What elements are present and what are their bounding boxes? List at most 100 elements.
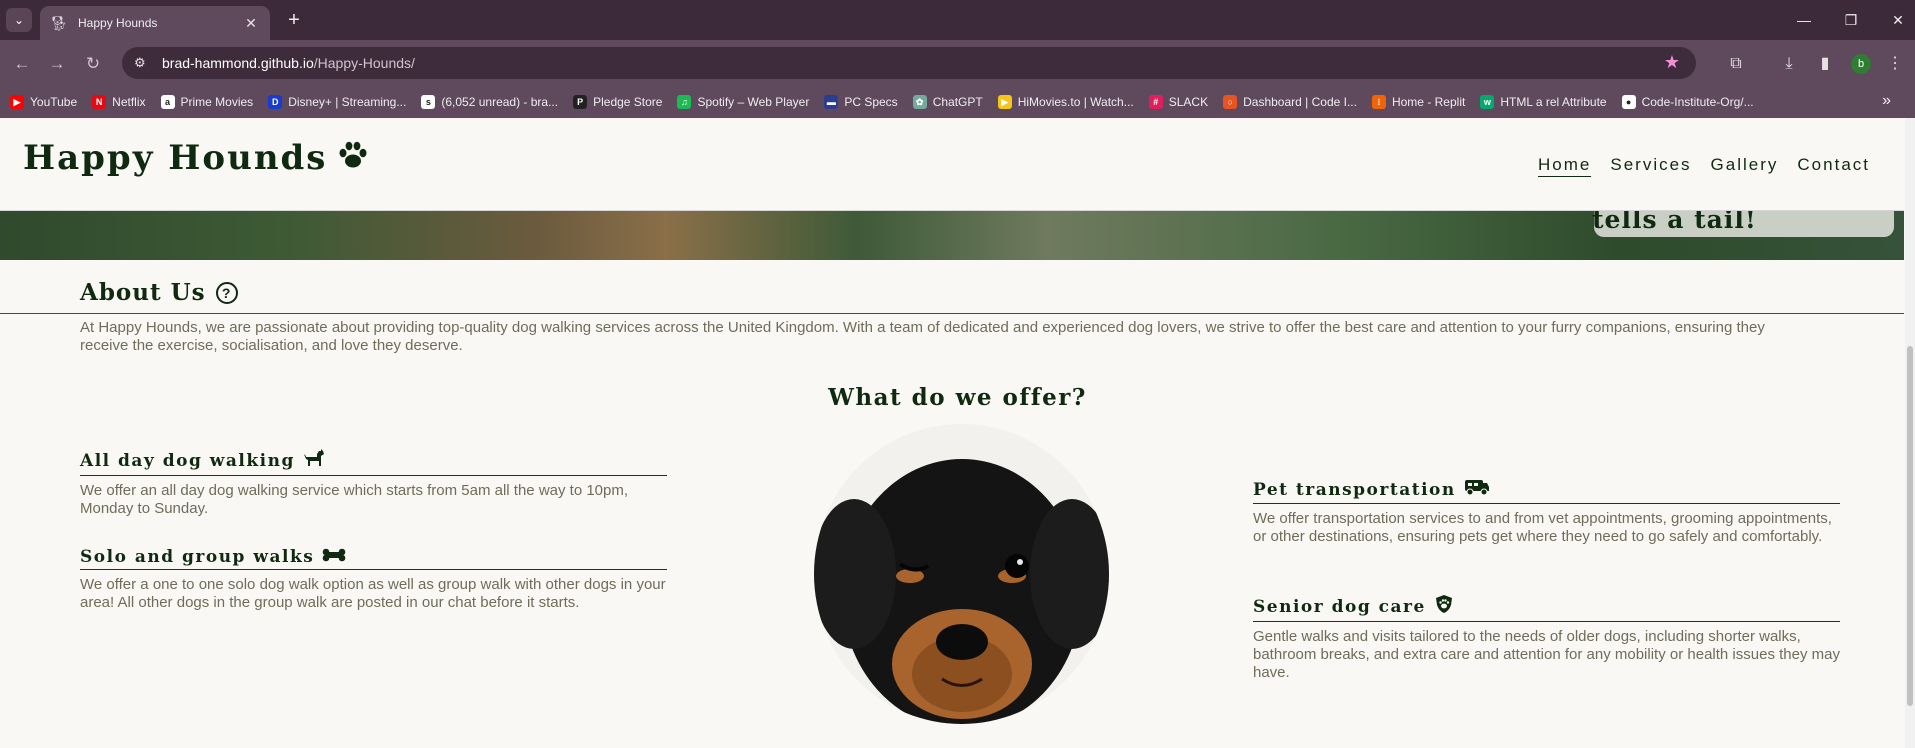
browser-tab-bar: ⌄ 🐕︎ Happy Hounds ✕ + — ❐ ✕ xyxy=(0,0,1915,40)
service-description: Gentle walks and visits tailored to the … xyxy=(1253,628,1840,681)
dog-icon xyxy=(303,448,325,473)
service-solo-group-walks: Solo and group walks We offer a one to o… xyxy=(80,546,667,612)
sky-icon: s xyxy=(421,95,436,109)
service-description: We offer transportation services to and … xyxy=(1253,510,1832,545)
pledge-icon: P xyxy=(573,95,588,109)
youtube-icon: ▶ xyxy=(10,95,24,109)
bookmark-label: (6,052 unread) - bra... xyxy=(441,95,559,109)
site-logo[interactable]: Happy Hounds xyxy=(23,138,369,178)
van-icon xyxy=(1464,478,1490,501)
menu-kebab-icon[interactable]: ⋮ xyxy=(1883,52,1907,76)
bookmark-item[interactable]: s (6,052 unread) - bra... xyxy=(421,95,558,109)
nav-services[interactable]: Services xyxy=(1610,155,1691,177)
amazon-icon: a xyxy=(160,95,175,109)
hero-caption-box: tells a tail! xyxy=(1592,205,1894,237)
spotify-icon: ♫ xyxy=(677,95,692,109)
bookmark-item[interactable]: ⁝ Home - Replit xyxy=(1371,95,1466,109)
bookmark-item[interactable]: P Pledge Store xyxy=(573,95,662,109)
download-icon[interactable]: ⤓ xyxy=(1777,52,1801,76)
service-pet-transportation: Pet transportation We offer transportati… xyxy=(1253,478,1840,546)
service-description: We offer a one to one solo dog walk opti… xyxy=(80,576,666,611)
page-scrollbar[interactable] xyxy=(1905,118,1915,748)
bookmark-label: Spotify – Web Player xyxy=(697,95,810,109)
side-panel-icon[interactable]: ▮ xyxy=(1813,52,1837,76)
bookmark-label: Code-Institute-Org/... xyxy=(1641,95,1754,109)
bookmark-item[interactable]: ♫ Spotify – Web Player xyxy=(677,95,809,109)
profile-avatar[interactable]: b xyxy=(1851,54,1871,74)
bookmark-label: Disney+ | Streaming... xyxy=(288,95,407,109)
bookmark-item[interactable]: ○ Dashboard | Code I... xyxy=(1223,95,1357,109)
bone-icon xyxy=(322,546,346,567)
nav-gallery[interactable]: Gallery xyxy=(1711,155,1779,177)
shield-dog-icon xyxy=(1434,594,1454,619)
bookmark-item[interactable]: ▶ YouTube xyxy=(10,95,77,109)
service-title-text: Senior dog care xyxy=(1253,596,1426,617)
bookmark-label: Home - Replit xyxy=(1391,95,1466,109)
offer-heading: What do we offer? xyxy=(828,384,1087,411)
service-title-text: All day dog walking xyxy=(80,450,295,471)
bookmark-item[interactable]: w HTML a rel Attribute xyxy=(1480,95,1607,109)
main-nav: Home Services Gallery Contact xyxy=(1538,155,1870,177)
service-description: We offer an all day dog walking service … xyxy=(80,482,629,517)
close-window-icon[interactable]: ✕ xyxy=(1886,8,1910,32)
tab-search-button[interactable]: ⌄ xyxy=(6,8,32,32)
bookmark-item[interactable]: ● Code-Institute-Org/... xyxy=(1621,95,1754,109)
bookmark-item[interactable]: ▬ PC Specs xyxy=(824,95,898,109)
service-title-text: Pet transportation xyxy=(1253,479,1456,500)
replit-icon: ⁝ xyxy=(1371,95,1386,109)
site-header: Happy Hounds Home Services Gallery Conta… xyxy=(0,118,1904,211)
scrollbar-thumb[interactable] xyxy=(1907,346,1913,706)
reload-icon[interactable]: ↻ xyxy=(81,52,105,76)
dog-favicon-icon: 🐕︎ xyxy=(50,14,68,31)
about-divider xyxy=(0,313,1904,314)
browser-tab[interactable]: 🐕︎ Happy Hounds ✕ xyxy=(40,6,270,40)
bookmark-item[interactable]: D Disney+ | Streaming... xyxy=(268,95,406,109)
netflix-icon: N xyxy=(92,95,107,109)
question-circle-icon: ? xyxy=(215,281,238,304)
service-senior-dog-care: Senior dog care Gentle walks and visits … xyxy=(1253,594,1840,682)
bookmark-item[interactable]: # SLACK xyxy=(1148,95,1209,109)
bookmark-label: Netflix xyxy=(112,95,146,109)
bookmark-item[interactable]: ✿ ChatGPT xyxy=(912,95,983,109)
web-page: tells a tail! Happy Hounds Home Services… xyxy=(0,118,1905,748)
paw-icon xyxy=(337,138,369,178)
url-path: /Happy-Hounds/ xyxy=(313,55,415,71)
service-all-day-walking: All day dog walking We offer an all day … xyxy=(80,448,667,518)
bookmark-label: ChatGPT xyxy=(932,95,983,109)
site-info-icon[interactable]: ⚙ xyxy=(134,55,154,71)
bookmark-label: Dashboard | Code I... xyxy=(1243,95,1357,109)
bookmark-label: YouTube xyxy=(30,95,78,109)
bookmark-label: HiMovies.to | Watch... xyxy=(1017,95,1134,109)
minimize-icon[interactable]: — xyxy=(1792,8,1816,32)
chatgpt-icon: ✿ xyxy=(912,95,927,109)
close-tab-icon[interactable]: ✕ xyxy=(242,15,260,32)
slack-icon: # xyxy=(1148,95,1163,109)
bookmark-item[interactable]: ▶ HiMovies.to | Watch... xyxy=(997,95,1134,109)
forward-icon[interactable]: → xyxy=(45,52,69,76)
puppy-image xyxy=(814,424,1109,724)
service-title: Solo and group walks xyxy=(80,546,667,570)
bookmark-star-icon[interactable]: ★ xyxy=(1664,52,1680,73)
bookmark-item[interactable]: N Netflix xyxy=(92,95,146,109)
service-title-text: Solo and group walks xyxy=(80,546,315,567)
w3schools-icon: w xyxy=(1480,95,1495,109)
nav-home[interactable]: Home xyxy=(1538,155,1592,177)
address-bar[interactable]: ⚙ brad-hammond.github.io/Happy-Hounds/ ★ xyxy=(122,47,1696,79)
nav-contact[interactable]: Contact xyxy=(1797,155,1870,177)
bookmark-item[interactable]: a Prime Movies xyxy=(160,95,253,109)
service-title: Pet transportation xyxy=(1253,478,1840,504)
pcspecs-icon: ▬ xyxy=(824,95,839,109)
service-title: Senior dog care xyxy=(1253,594,1840,622)
browser-toolbar: ← → ↻ ⚙ brad-hammond.github.io/Happy-Hou… xyxy=(0,40,1915,86)
extensions-icon[interactable]: ⧉ xyxy=(1724,52,1748,76)
back-icon[interactable]: ← xyxy=(10,52,34,76)
disney-icon: D xyxy=(268,95,283,109)
new-tab-button[interactable]: + xyxy=(282,8,306,32)
hero-banner: tells a tail! xyxy=(0,205,1904,260)
bookmarks-overflow-icon[interactable]: » xyxy=(1882,92,1891,110)
bookmark-label: SLACK xyxy=(1168,95,1209,109)
codeinstitute-icon: ○ xyxy=(1223,95,1238,109)
tab-title: Happy Hounds xyxy=(78,16,158,30)
about-heading-text: About Us xyxy=(80,279,206,306)
restore-icon[interactable]: ❐ xyxy=(1839,8,1863,32)
